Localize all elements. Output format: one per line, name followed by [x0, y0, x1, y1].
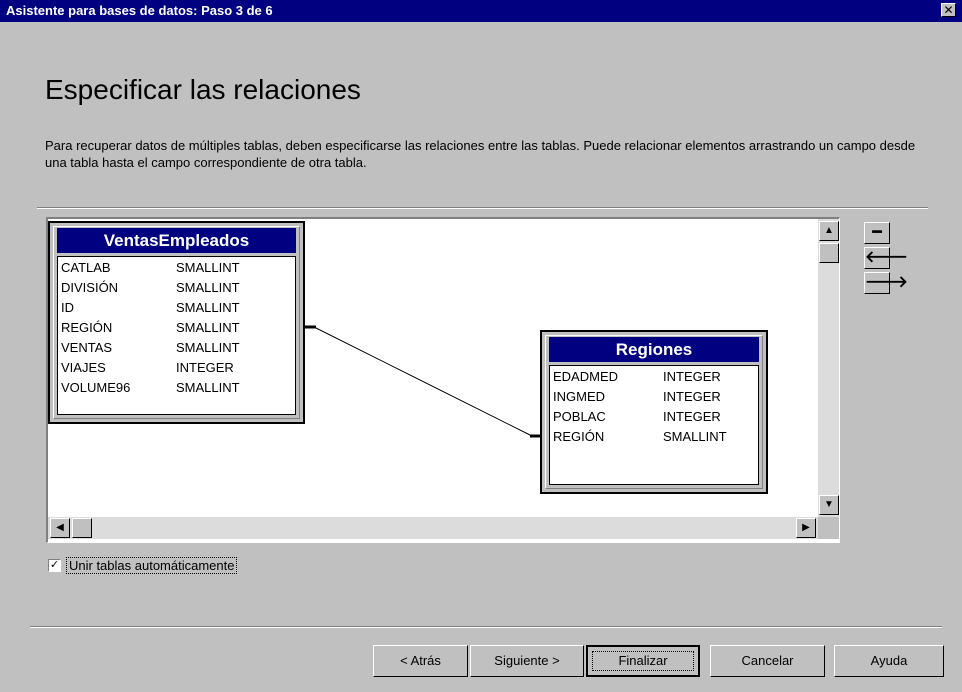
- finish-button[interactable]: Finalizar: [586, 645, 700, 677]
- help-button[interactable]: Ayuda: [834, 645, 944, 677]
- title-bar: Asistente para bases de datos: Paso 3 de…: [0, 0, 962, 22]
- field-name: VENTAS: [61, 340, 113, 355]
- move-left-button[interactable]: 🡐: [864, 247, 908, 269]
- field-row[interactable]: EDADMED INTEGER: [550, 367, 758, 387]
- field-name: POBLAC: [553, 409, 606, 424]
- field-type: SMALLINT: [176, 260, 240, 275]
- table-regiones[interactable]: Regiones EDADMED INTEGER INGMED INTEGER …: [540, 330, 768, 494]
- window-title: Asistente para bases de datos: Paso 3 de…: [6, 3, 273, 18]
- field-row[interactable]: VOLUME96 SMALLINT: [58, 378, 295, 398]
- field-row[interactable]: VENTAS SMALLINT: [58, 338, 295, 358]
- field-row[interactable]: POBLAC INTEGER: [550, 407, 758, 427]
- field-name: ID: [61, 300, 74, 315]
- auto-join-label[interactable]: Unir tablas automáticamente: [66, 557, 238, 574]
- field-name: EDADMED: [553, 369, 619, 384]
- field-row[interactable]: VIAJES INTEGER: [58, 358, 295, 378]
- field-type: SMALLINT: [176, 340, 240, 355]
- field-row[interactable]: ID SMALLINT: [58, 298, 295, 318]
- field-name: DIVISIÓN: [61, 280, 119, 295]
- vertical-scroll-thumb[interactable]: [819, 243, 839, 263]
- table-title[interactable]: Regiones: [549, 337, 759, 362]
- remove-relationship-button[interactable]: ━: [864, 222, 890, 244]
- scroll-up-button[interactable]: ▲: [819, 221, 839, 241]
- field-type: INTEGER: [663, 369, 721, 384]
- page-heading: Especificar las relaciones: [45, 74, 361, 105]
- field-list[interactable]: EDADMED INTEGER INGMED INTEGER POBLAC IN…: [549, 365, 759, 485]
- field-row[interactable]: CATLAB SMALLINT: [58, 258, 295, 278]
- cancel-button[interactable]: Cancelar: [710, 645, 825, 677]
- table-ventasempleados[interactable]: VentasEmpleados CATLAB SMALLINT DIVISIÓN…: [48, 221, 305, 424]
- field-row[interactable]: DIVISIÓN SMALLINT: [58, 278, 295, 298]
- scrollbar-corner: [818, 517, 839, 539]
- horizontal-scrollbar[interactable]: ◀ ▶: [48, 517, 818, 539]
- field-name: VIAJES: [61, 360, 106, 375]
- next-button[interactable]: Siguiente >: [470, 645, 584, 677]
- field-type: INTEGER: [663, 409, 721, 424]
- table-title[interactable]: VentasEmpleados: [57, 228, 296, 253]
- move-right-button[interactable]: 🡒: [864, 272, 908, 294]
- field-name: REGIÓN: [61, 320, 113, 335]
- field-list[interactable]: CATLAB SMALLINT DIVISIÓN SMALLINT ID SMA…: [57, 256, 296, 415]
- vertical-scrollbar[interactable]: ▲ ▼: [818, 219, 839, 517]
- scroll-right-button[interactable]: ▶: [796, 518, 816, 538]
- field-name: REGIÓN: [553, 429, 605, 444]
- field-row[interactable]: REGIÓN SMALLINT: [550, 427, 758, 447]
- field-name: VOLUME96: [61, 380, 131, 395]
- focus-rect: [592, 651, 694, 671]
- field-row[interactable]: REGIÓN SMALLINT: [58, 318, 295, 338]
- close-button[interactable]: ✕: [941, 3, 956, 17]
- back-button[interactable]: < Atrás: [373, 645, 468, 677]
- field-name: CATLAB: [61, 260, 111, 275]
- horizontal-scroll-thumb[interactable]: [72, 518, 92, 538]
- field-type: SMALLINT: [176, 380, 240, 395]
- field-type: SMALLINT: [663, 429, 727, 444]
- page-description: Para recuperar datos de múltiples tablas…: [45, 138, 916, 170]
- field-row[interactable]: INGMED INTEGER: [550, 387, 758, 407]
- field-type: INTEGER: [663, 389, 721, 404]
- bottom-separator: [30, 626, 942, 628]
- field-type: INTEGER: [176, 360, 234, 375]
- field-type: SMALLINT: [176, 320, 240, 335]
- scroll-down-button[interactable]: ▼: [819, 495, 839, 515]
- auto-join-checkbox[interactable]: ✓: [48, 559, 61, 572]
- relationship-canvas[interactable]: VentasEmpleados CATLAB SMALLINT DIVISIÓN…: [46, 217, 840, 543]
- field-name: INGMED: [553, 389, 605, 404]
- scroll-left-button[interactable]: ◀: [50, 518, 70, 538]
- field-type: SMALLINT: [176, 280, 240, 295]
- top-separator: [37, 207, 928, 209]
- field-type: SMALLINT: [176, 300, 240, 315]
